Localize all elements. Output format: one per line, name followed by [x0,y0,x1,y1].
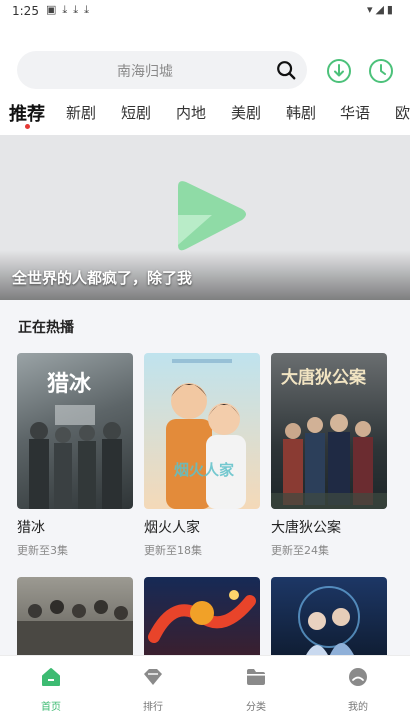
bottom-navigation: 首页 排行 分类 我的 [0,655,410,721]
show-title: 烟火人家 [144,520,200,536]
search-icon[interactable] [275,59,297,81]
featured-banner[interactable]: 全世界的人都疯了，除了我 [0,135,410,300]
nav-ranking[interactable]: 排行 [123,666,183,713]
nav-ranking-label: 排行 [143,702,163,713]
show-poster[interactable] [271,577,387,657]
tab-new-drama[interactable]: 新剧 [66,102,96,123]
show-episode-status: 更新至18集 [144,544,202,557]
show-poster[interactable] [144,577,260,657]
search-bar[interactable]: 南海归墟 [17,51,307,89]
tab-korean-drama[interactable]: 韩剧 [286,102,316,123]
nav-profile[interactable]: 我的 [328,666,388,713]
poster-art: 烟火人家 [166,359,246,509]
svg-text:大唐狄公案: 大唐狄公案 [281,367,367,388]
category-tabs: 推荐 新剧 短剧 内地 美剧 韩剧 华语 欧 [0,96,410,132]
svg-text:烟火人家: 烟火人家 [174,461,234,479]
poster-art [298,586,360,657]
show-poster[interactable]: 烟火人家 [144,353,260,509]
nav-home[interactable]: 首页 [21,666,81,713]
svg-text:猎冰: 猎冰 [47,372,92,397]
show-poster[interactable]: 猎冰 [17,353,133,509]
nav-category-label: 分类 [246,702,266,713]
show-episode-status: 更新至24集 [271,544,329,557]
download-icon[interactable] [326,58,352,84]
show-card[interactable]: 猎冰 猎冰 更新至3集 [17,353,133,558]
nav-home-label: 首页 [41,702,61,713]
tab-recommend[interactable]: 推荐 [9,100,45,126]
show-card[interactable]: 烟火人家 烟火人家 更新至18集 [144,353,260,558]
tab-mainland[interactable]: 内地 [176,102,206,123]
show-episode-status: 更新至3集 [17,544,68,557]
poster-art [17,600,133,657]
system-icons: ▾◢▮ [366,3,396,16]
nav-profile-label: 我的 [348,702,368,713]
ranking-icon [144,669,162,685]
show-poster[interactable]: 大唐狄公案 [271,353,387,509]
home-icon [42,668,60,686]
tab-us-drama[interactable]: 美剧 [231,102,261,123]
play-logo-icon [178,181,246,251]
history-clock-icon[interactable] [368,58,394,84]
profile-icon [349,668,367,686]
section-title: 正在热播 [18,320,74,336]
tab-short-drama[interactable]: 短剧 [121,102,151,123]
show-card[interactable]: 大唐狄公案 大唐狄公案 更新至24集 [271,353,387,558]
poster-art: 猎冰 [29,372,122,509]
show-title: 猎冰 [17,520,45,536]
banner-caption: 全世界的人都疯了，除了我 [12,269,193,287]
show-poster[interactable] [17,577,133,657]
poster-art [148,590,256,643]
show-title: 大唐狄公案 [271,520,341,536]
notification-icons: ▣⤓⤓⤓ [46,3,95,16]
poster-art: 大唐狄公案 [271,367,387,509]
status-bar: 1:25 ▣⤓⤓⤓ ▾◢▮ [0,0,410,24]
search-placeholder: 南海归墟 [117,64,173,80]
nav-category[interactable]: 分类 [226,666,286,713]
folder-icon [247,669,265,685]
tab-europe[interactable]: 欧 [395,102,410,123]
status-time: 1:25 [12,4,39,18]
tab-chinese[interactable]: 华语 [340,102,370,123]
active-tab-indicator [25,124,30,129]
